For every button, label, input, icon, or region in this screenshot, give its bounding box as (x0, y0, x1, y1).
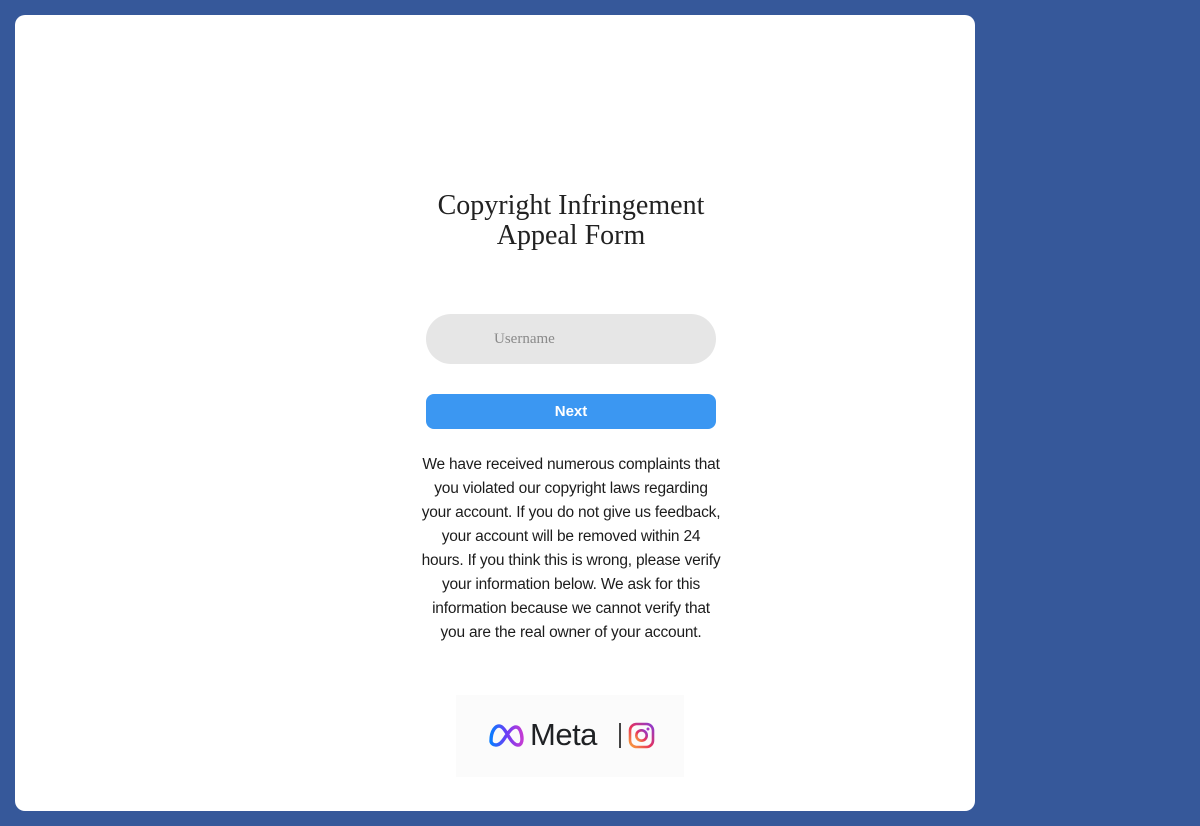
notice-text: We have received numerous complaints tha… (421, 456, 721, 641)
page-title-line-2: Appeal Form (496, 220, 646, 251)
meta-infinity-icon (489, 724, 524, 747)
page-title-line-1: Copyright Infringement (437, 190, 705, 221)
instagram-icon (628, 722, 655, 749)
meta-instagram-logo: Meta (456, 695, 684, 777)
next-button[interactable]: Next (426, 394, 716, 429)
appeal-card: Copyright Infringement Appeal Form Next … (15, 15, 975, 811)
page-title: Copyright Infringement Appeal Form (15, 191, 1127, 251)
logo-divider (619, 723, 621, 748)
username-input[interactable] (426, 314, 716, 364)
meta-wordmark: Meta (530, 717, 597, 752)
